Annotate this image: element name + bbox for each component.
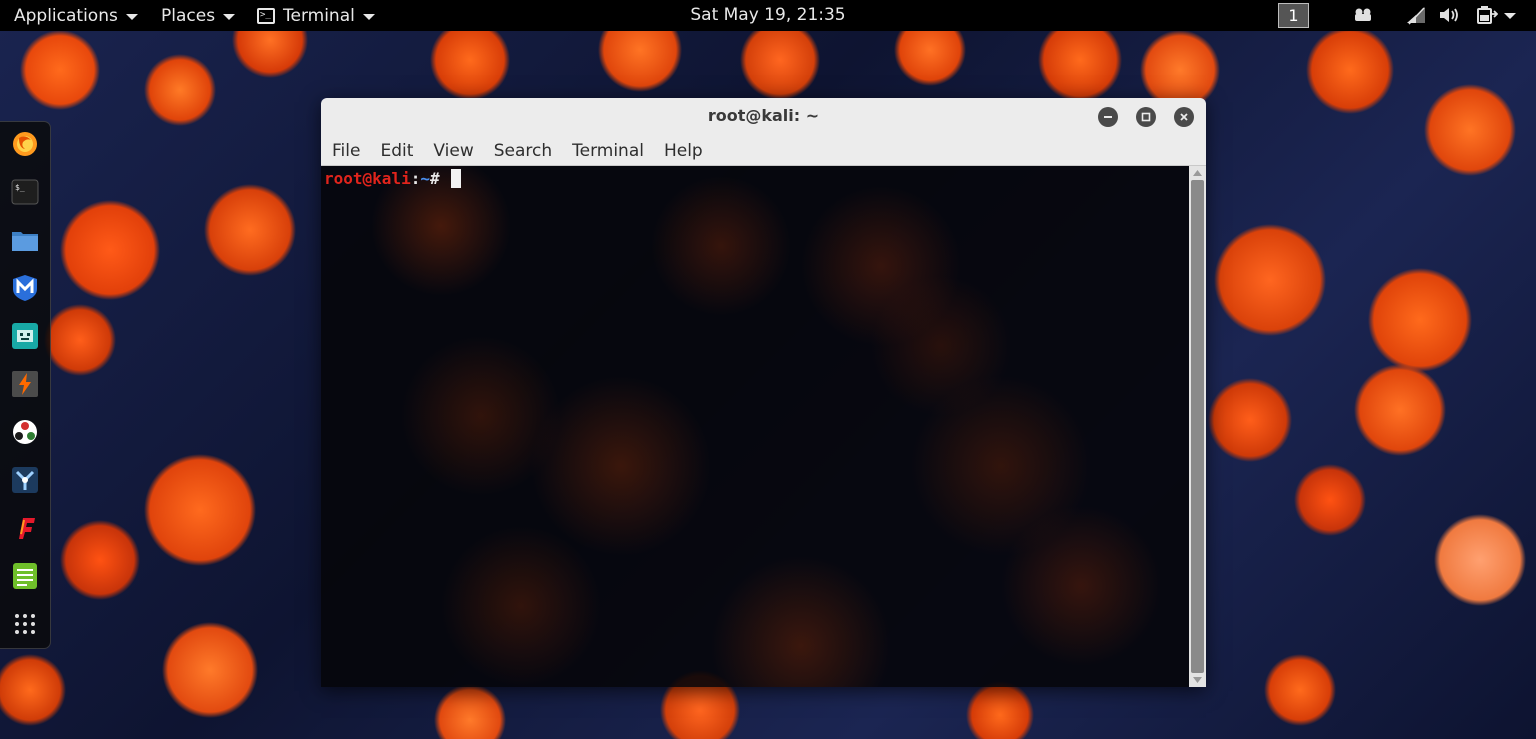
terminal-app-icon: >_ bbox=[257, 7, 275, 24]
top-bar: Applications Places >_ Terminal Sat May … bbox=[0, 0, 1536, 31]
text-editor-icon[interactable] bbox=[9, 560, 41, 592]
places-menu[interactable]: Places bbox=[161, 0, 236, 31]
minimize-icon bbox=[1104, 116, 1112, 118]
maximize-icon bbox=[1141, 112, 1151, 122]
chevron-down-icon bbox=[223, 13, 236, 20]
minimize-button[interactable] bbox=[1098, 107, 1118, 127]
prompt-symbol: # bbox=[429, 169, 450, 188]
burpsuite-icon[interactable] bbox=[9, 368, 41, 400]
menu-view[interactable]: View bbox=[423, 138, 483, 164]
workspace-indicator[interactable]: 1 bbox=[1278, 3, 1309, 28]
prompt-userhost: root@kali bbox=[324, 169, 411, 188]
menu-edit[interactable]: Edit bbox=[370, 138, 423, 164]
close-button[interactable] bbox=[1174, 107, 1194, 127]
power-icon[interactable] bbox=[1472, 4, 1520, 26]
files-icon[interactable] bbox=[9, 224, 41, 256]
dock: $_ bbox=[0, 121, 51, 649]
armitage-icon[interactable] bbox=[9, 320, 41, 352]
prompt-line: root@kali:~# bbox=[324, 169, 462, 189]
faraday-icon[interactable] bbox=[9, 512, 41, 544]
svg-text:$_: $_ bbox=[15, 183, 25, 192]
firefox-icon[interactable] bbox=[9, 128, 41, 160]
clock[interactable]: Sat May 19, 21:35 bbox=[690, 5, 845, 25]
terminal-window: root@kali: ~ File Edit View Search Termi… bbox=[321, 98, 1206, 687]
workspace-switcher-icon[interactable] bbox=[1350, 4, 1376, 26]
scroll-down-arrow[interactable] bbox=[1189, 673, 1206, 687]
menu-search[interactable]: Search bbox=[484, 138, 562, 164]
window-titlebar[interactable]: root@kali: ~ File Edit View Search Termi… bbox=[321, 98, 1206, 166]
scrollbar[interactable] bbox=[1189, 166, 1206, 687]
chevron-down-icon bbox=[1193, 677, 1202, 683]
terminal-output[interactable]: root@kali:~# bbox=[321, 166, 1189, 687]
menu-help[interactable]: Help bbox=[654, 138, 713, 164]
menu-file[interactable]: File bbox=[321, 138, 370, 164]
prompt-colon: : bbox=[410, 169, 421, 188]
text-cursor bbox=[451, 169, 462, 188]
chevron-down-icon bbox=[362, 13, 375, 20]
prompt-path: ~ bbox=[420, 169, 430, 188]
scroll-up-arrow[interactable] bbox=[1189, 166, 1206, 180]
terminal-icon[interactable]: $_ bbox=[9, 176, 41, 208]
menu-terminal[interactable]: Terminal bbox=[562, 138, 654, 164]
scrollbar-thumb[interactable] bbox=[1191, 180, 1204, 673]
volume-icon[interactable] bbox=[1437, 4, 1463, 26]
close-icon bbox=[1180, 113, 1188, 121]
app-menu-label: Terminal bbox=[283, 5, 355, 26]
metasploit-icon[interactable] bbox=[9, 272, 41, 304]
chevron-down-icon bbox=[1504, 13, 1516, 19]
beef-icon[interactable] bbox=[9, 464, 41, 496]
maximize-button[interactable] bbox=[1136, 107, 1156, 127]
chevron-up-icon bbox=[1193, 170, 1202, 176]
network-icon[interactable] bbox=[1404, 4, 1428, 26]
app-menu-terminal[interactable]: >_ Terminal bbox=[257, 0, 375, 31]
places-menu-label: Places bbox=[161, 5, 216, 26]
chevron-down-icon bbox=[125, 13, 138, 20]
menubar: File Edit View Search Terminal Help bbox=[321, 138, 713, 164]
maltego-icon[interactable] bbox=[9, 416, 41, 448]
window-title: root@kali: ~ bbox=[707, 106, 820, 125]
show-applications-icon[interactable] bbox=[9, 608, 41, 640]
applications-menu-label: Applications bbox=[14, 5, 118, 26]
applications-menu[interactable]: Applications bbox=[14, 0, 138, 31]
